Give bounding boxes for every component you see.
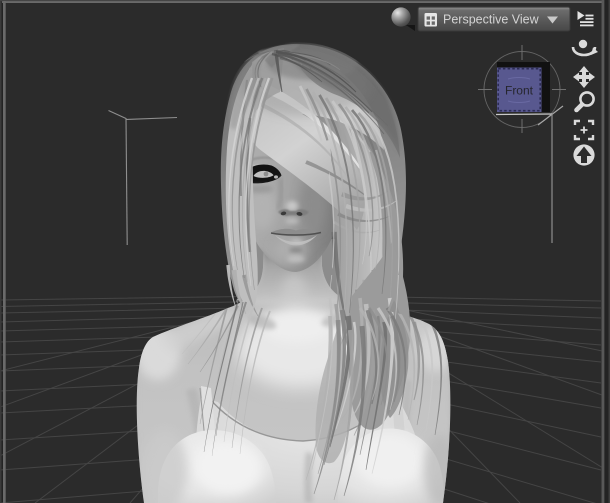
svg-text:Front: Front: [505, 84, 534, 98]
svg-text:Perspective View: Perspective View: [443, 13, 540, 27]
